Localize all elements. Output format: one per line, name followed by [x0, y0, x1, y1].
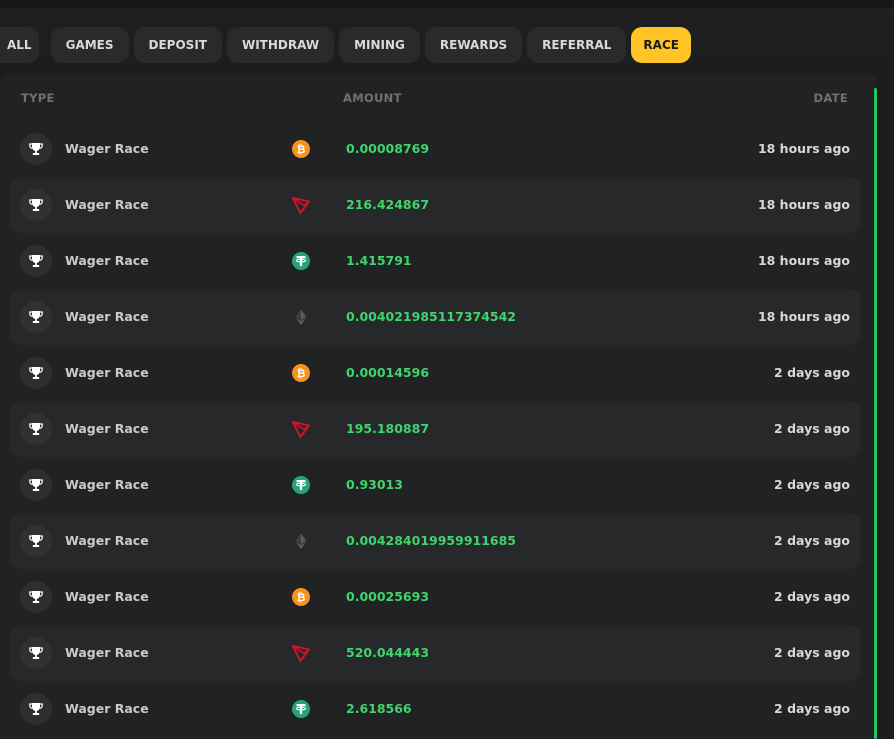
- tab-deposit[interactable]: DEPOSIT: [133, 27, 222, 63]
- transaction-date: 18 hours ago: [757, 141, 850, 156]
- trophy-icon: [20, 245, 52, 277]
- tether-icon: [290, 698, 312, 720]
- bitcoin-icon: ₿: [290, 362, 312, 384]
- transaction-type: Wager Race: [65, 365, 149, 380]
- table-row: Wager Race 195.180887 2 days ago: [10, 401, 860, 457]
- trophy-icon: [20, 469, 52, 501]
- ethereum-icon: [290, 306, 312, 328]
- trophy-icon: [20, 301, 52, 333]
- scrollbar-thumb[interactable]: [874, 88, 877, 739]
- transaction-amount: 520.044443: [346, 645, 430, 660]
- transaction-date: 2 days ago: [774, 365, 850, 380]
- table-row: Wager Race 2.618566 2 days ago: [10, 681, 860, 737]
- table-header: TYPE AMOUNT DATE: [0, 75, 874, 120]
- tab-mining[interactable]: MINING: [339, 27, 420, 63]
- transaction-date: 2 days ago: [774, 477, 850, 492]
- svg-text:₿: ₿: [297, 143, 306, 156]
- tether-icon: [290, 474, 312, 496]
- transactions-table-body: Wager Race ₿ 0.00008769 18 hours ago Wager R…: [10, 121, 860, 737]
- transaction-amount: 195.180887: [346, 421, 430, 436]
- transaction-date: 2 days ago: [774, 421, 850, 436]
- tab-race[interactable]: RACE: [631, 27, 691, 63]
- svg-text:₿: ₿: [297, 591, 306, 604]
- transaction-amount: 1.415791: [346, 253, 412, 268]
- transaction-type: Wager Race: [65, 701, 149, 716]
- transaction-type: Wager Race: [65, 253, 149, 268]
- table-row: Wager Race 520.044443 2 days ago: [10, 625, 860, 681]
- transaction-type: Wager Race: [65, 197, 149, 212]
- tab-all[interactable]: ALL: [0, 27, 39, 63]
- top-strip: [0, 0, 894, 8]
- transaction-amount: 0.004021985117374542: [346, 309, 517, 324]
- transaction-date: 18 hours ago: [757, 309, 850, 324]
- filter-tabs: ALL GAMES DEPOSIT WITHDRAW MINING REWARD…: [0, 27, 696, 63]
- table-row: Wager Race ₿ 0.00025693 2 days ago: [10, 569, 860, 625]
- transaction-type: Wager Race: [65, 141, 149, 156]
- tether-icon: [290, 250, 312, 272]
- trophy-icon: [20, 637, 52, 669]
- tab-referral[interactable]: REFERRAL: [527, 27, 627, 63]
- transaction-type: Wager Race: [65, 645, 149, 660]
- bitcoin-icon: ₿: [290, 138, 312, 160]
- svg-text:₿: ₿: [297, 367, 306, 380]
- trophy-icon: [20, 133, 52, 165]
- transaction-amount: 0.93013: [346, 477, 403, 492]
- transaction-amount: 2.618566: [346, 701, 412, 716]
- tab-rewards[interactable]: REWARDS: [424, 27, 523, 63]
- bitcoin-icon: ₿: [290, 586, 312, 608]
- tron-icon: [290, 642, 312, 664]
- table-row: Wager Race 0.93013 2 days ago: [10, 457, 860, 513]
- transaction-type: Wager Race: [65, 477, 149, 492]
- column-header-amount: AMOUNT: [343, 91, 402, 105]
- transaction-amount: 0.00008769: [346, 141, 430, 156]
- column-header-date: DATE: [813, 91, 848, 105]
- transaction-date: 18 hours ago: [757, 253, 850, 268]
- trophy-icon: [20, 525, 52, 557]
- column-header-type: TYPE: [21, 91, 55, 105]
- tab-withdraw[interactable]: WITHDRAW: [226, 27, 335, 63]
- transaction-date: 2 days ago: [774, 701, 850, 716]
- transaction-type: Wager Race: [65, 589, 149, 604]
- table-row: Wager Race ₿ 0.00008769 18 hours ago: [10, 121, 860, 177]
- transaction-amount: 0.004284019959911685: [346, 533, 517, 548]
- transaction-amount: 0.00014596: [346, 365, 430, 380]
- trophy-icon: [20, 413, 52, 445]
- transaction-amount: 0.00025693: [346, 589, 430, 604]
- trophy-icon: [20, 693, 52, 725]
- transaction-date: 2 days ago: [774, 533, 850, 548]
- tab-games[interactable]: GAMES: [50, 27, 129, 63]
- transaction-type: Wager Race: [65, 309, 149, 324]
- transaction-type: Wager Race: [65, 421, 149, 436]
- transaction-date: 2 days ago: [774, 589, 850, 604]
- trophy-icon: [20, 189, 52, 221]
- transactions-page: ALL GAMES DEPOSIT WITHDRAW MINING REWARD…: [0, 0, 894, 739]
- table-row: Wager Race 0.004021985117374542 18 hours a…: [10, 289, 860, 345]
- transaction-type: Wager Race: [65, 533, 149, 548]
- table-row: Wager Race 0.004284019959911685 2 days ago: [10, 513, 860, 569]
- table-row: Wager Race 216.424867 18 hours ago: [10, 177, 860, 233]
- ethereum-icon: [290, 530, 312, 552]
- trophy-icon: [20, 357, 52, 389]
- trophy-icon: [20, 581, 52, 613]
- transaction-date: 18 hours ago: [757, 197, 850, 212]
- transaction-date: 2 days ago: [774, 645, 850, 660]
- tron-icon: [290, 194, 312, 216]
- tron-icon: [290, 418, 312, 440]
- table-row: Wager Race 1.415791 18 hours ago: [10, 233, 860, 289]
- table-row: Wager Race ₿ 0.00014596 2 days ago: [10, 345, 860, 401]
- transaction-amount: 216.424867: [346, 197, 430, 212]
